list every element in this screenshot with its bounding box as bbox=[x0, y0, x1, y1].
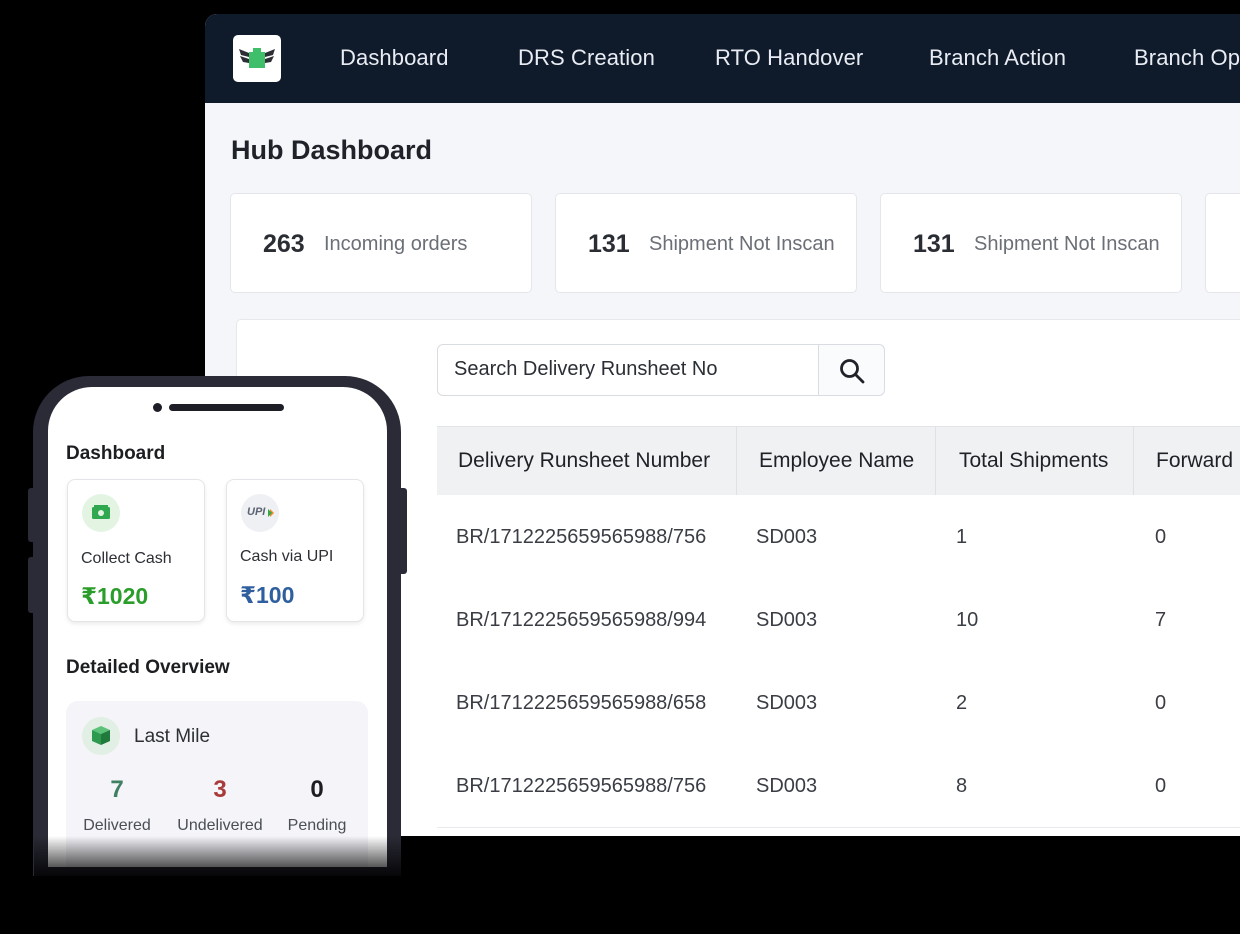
cell-total: 8 bbox=[956, 775, 968, 797]
top-navbar: Dashboard DRS Creation RTO Handover Bran… bbox=[205, 14, 1240, 103]
nav-rto-handover[interactable]: RTO Handover bbox=[715, 45, 863, 71]
column-header-forward[interactable]: Forward bbox=[1156, 449, 1233, 473]
undelivered-count: 3 bbox=[213, 776, 227, 803]
table-row[interactable]: BR/1712225659565988/658 SD003 2 0 bbox=[437, 661, 1240, 745]
collect-cash-card[interactable]: Collect Cash ₹1020 bbox=[67, 479, 205, 622]
column-header-total-shipments[interactable]: Total Shipments bbox=[959, 449, 1108, 473]
undelivered-label: Undelivered bbox=[177, 817, 263, 834]
cash-via-upi-label: Cash via UPI bbox=[240, 548, 334, 565]
stat-card-shipment-not-inscan[interactable]: 131 Shipment Not Inscan bbox=[555, 193, 857, 293]
stat-card-shipment-not-inscan-2[interactable]: 131 Shipment Not Inscan bbox=[880, 193, 1182, 293]
stat-card-partial[interactable] bbox=[1205, 193, 1240, 293]
cell-runsheet: BR/1712225659565988/756 bbox=[456, 775, 707, 797]
column-header-runsheet[interactable]: Delivery Runsheet Number bbox=[458, 449, 710, 473]
cell-total: 1 bbox=[956, 526, 968, 548]
cell-employee: SD003 bbox=[756, 692, 818, 714]
cell-total: 2 bbox=[956, 692, 968, 714]
nav-branch-op[interactable]: Branch Op bbox=[1134, 45, 1240, 71]
nav-drs-creation[interactable]: DRS Creation bbox=[518, 45, 655, 71]
table-row[interactable]: BR/1712225659565988/756 SD003 8 0 bbox=[437, 744, 1240, 828]
upi-icon: UPI bbox=[241, 494, 279, 532]
phone-bottom-fade bbox=[34, 836, 402, 876]
column-header-employee[interactable]: Employee Name bbox=[759, 449, 914, 473]
stat-label: Incoming orders bbox=[324, 233, 468, 255]
cell-runsheet: BR/1712225659565988/658 bbox=[456, 692, 707, 714]
pending-count: 0 bbox=[310, 776, 324, 803]
table-row[interactable]: BR/1712225659565988/756 SD003 1 0 bbox=[437, 495, 1240, 579]
cell-forward: 0 bbox=[1155, 692, 1167, 714]
stat-label: Shipment Not Inscan bbox=[974, 233, 1160, 255]
table-header: Delivery Runsheet Number Employee Name T… bbox=[437, 426, 1240, 496]
cell-total: 10 bbox=[956, 609, 979, 631]
cash-via-upi-card[interactable]: UPI Cash via UPI ₹100 bbox=[226, 479, 364, 622]
search-button[interactable] bbox=[819, 344, 885, 396]
last-mile-title: Last Mile bbox=[134, 726, 211, 747]
nav-dashboard[interactable]: Dashboard bbox=[340, 45, 449, 71]
cell-forward: 7 bbox=[1155, 609, 1167, 631]
cell-forward: 0 bbox=[1155, 775, 1167, 797]
cash-via-upi-amount: ₹100 bbox=[240, 582, 295, 608]
page-title: Hub Dashboard bbox=[231, 135, 433, 165]
winged-box-logo-icon[interactable] bbox=[233, 35, 281, 82]
camera-dot bbox=[153, 403, 162, 412]
stat-card-incoming-orders[interactable]: 263 Incoming orders bbox=[230, 193, 532, 293]
delivered-label: Delivered bbox=[83, 817, 151, 834]
table-row[interactable]: BR/1712225659565988/994 SD003 10 7 bbox=[437, 578, 1240, 662]
collect-cash-amount: ₹1020 bbox=[81, 583, 149, 609]
search-icon bbox=[840, 359, 865, 384]
stat-value: 131 bbox=[913, 230, 955, 258]
cell-employee: SD003 bbox=[756, 609, 818, 631]
cell-employee: SD003 bbox=[756, 775, 818, 797]
cell-employee: SD003 bbox=[756, 526, 818, 548]
cell-forward: 0 bbox=[1155, 526, 1167, 548]
delivered-count: 7 bbox=[110, 776, 124, 803]
stat-value: 131 bbox=[588, 230, 630, 258]
detailed-overview-title: Detailed Overview bbox=[66, 657, 230, 678]
search-input[interactable] bbox=[438, 345, 814, 393]
speaker-bar bbox=[169, 404, 284, 411]
package-icon bbox=[82, 717, 120, 755]
phone-screen: Dashboard Collect Cash ₹1020 UPI Cash vi… bbox=[48, 387, 387, 867]
stat-value: 263 bbox=[263, 230, 305, 258]
cell-runsheet: BR/1712225659565988/994 bbox=[456, 609, 707, 631]
nav-branch-action[interactable]: Branch Action bbox=[929, 45, 1066, 71]
mobile-dashboard-title: Dashboard bbox=[66, 443, 166, 464]
search-field bbox=[437, 344, 819, 396]
pending-label: Pending bbox=[287, 817, 347, 834]
collect-cash-label: Collect Cash bbox=[81, 550, 172, 567]
cash-icon bbox=[82, 494, 120, 532]
stat-label: Shipment Not Inscan bbox=[649, 233, 835, 255]
cell-runsheet: BR/1712225659565988/756 bbox=[456, 526, 707, 548]
